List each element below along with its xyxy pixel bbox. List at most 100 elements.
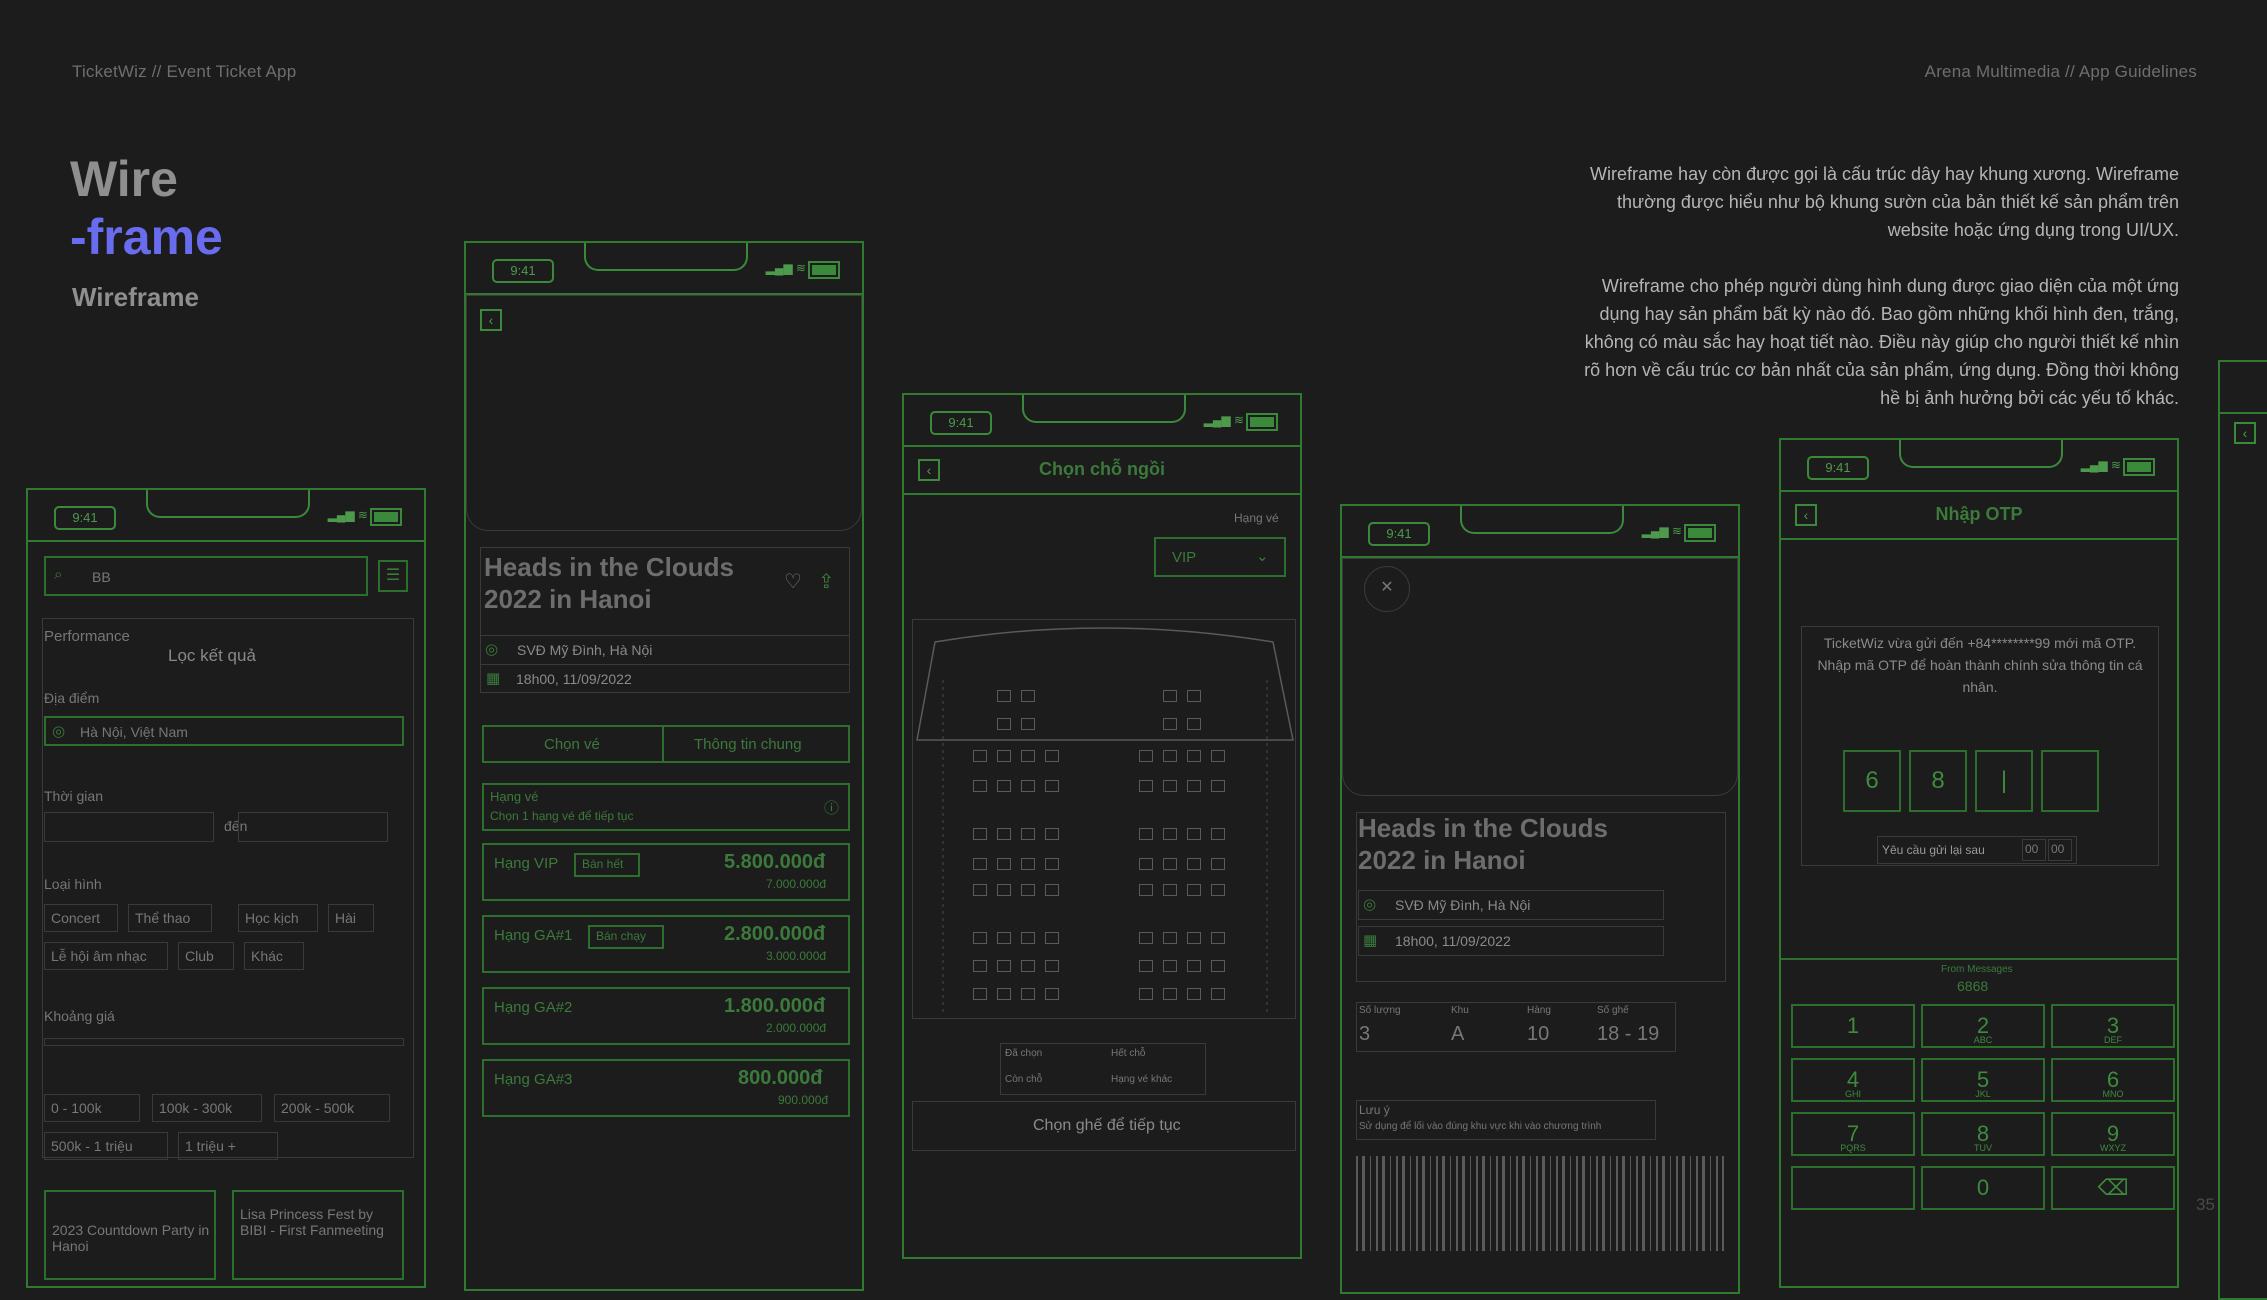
ticket-vip[interactable]: Hạng VIP Bán hết 5.800.000đ 7.000.000đ xyxy=(482,843,850,901)
close-icon[interactable]: ✕ xyxy=(1364,566,1410,612)
price-1m-plus[interactable]: 1 triệu + xyxy=(178,1132,278,1160)
seat[interactable] xyxy=(1139,884,1153,896)
seat[interactable] xyxy=(997,932,1011,944)
seat[interactable] xyxy=(973,884,987,896)
location-field[interactable]: ◎ Hà Nội, Việt Nam xyxy=(44,716,404,746)
tag-drama[interactable]: Học kịch xyxy=(238,904,318,932)
seat[interactable] xyxy=(1045,828,1059,840)
seat[interactable] xyxy=(997,988,1011,1000)
seat[interactable] xyxy=(1163,858,1177,870)
seat[interactable] xyxy=(1045,780,1059,792)
tag-sport[interactable]: Thể thao xyxy=(128,904,212,932)
seat[interactable] xyxy=(1021,960,1035,972)
key-2[interactable]: 2 ABC xyxy=(1921,1004,2045,1048)
event-card-2[interactable]: Lisa Princess Fest by BIBI - First Fanme… xyxy=(232,1190,404,1280)
seat[interactable] xyxy=(1163,690,1177,702)
seat[interactable] xyxy=(1139,750,1153,762)
price-500k-1m[interactable]: 500k - 1 triệu xyxy=(44,1132,168,1160)
ticket-ga1[interactable]: Hạng GA#1 Bán chạy 2.800.000đ 3.000.000đ xyxy=(482,915,850,973)
seat[interactable] xyxy=(1187,750,1201,762)
seat[interactable] xyxy=(997,858,1011,870)
seat[interactable] xyxy=(1187,932,1201,944)
seat[interactable] xyxy=(997,884,1011,896)
seat[interactable] xyxy=(1187,718,1201,730)
seat[interactable] xyxy=(1211,858,1225,870)
seat[interactable] xyxy=(1163,828,1177,840)
menu-icon[interactable]: ☰ xyxy=(378,560,408,592)
seat[interactable] xyxy=(1139,780,1153,792)
back-icon[interactable]: ‹ xyxy=(2234,422,2256,444)
time-to-field[interactable] xyxy=(238,812,388,842)
seat[interactable] xyxy=(1021,718,1035,730)
continue-button[interactable]: Chọn ghế để tiếp tục xyxy=(912,1101,1296,1151)
otp-digit-2[interactable]: 8 xyxy=(1909,750,1967,812)
seat[interactable] xyxy=(1163,780,1177,792)
seat[interactable] xyxy=(973,932,987,944)
seat[interactable] xyxy=(1045,884,1059,896)
seat[interactable] xyxy=(997,718,1011,730)
seat[interactable] xyxy=(1211,884,1225,896)
ticket-ga2[interactable]: Hạng GA#2 1.800.000đ 2.000.000đ xyxy=(482,987,850,1045)
seat[interactable] xyxy=(1163,884,1177,896)
seat[interactable] xyxy=(1139,828,1153,840)
key-3[interactable]: 3 DEF xyxy=(2051,1004,2175,1048)
seat[interactable] xyxy=(973,858,987,870)
seat[interactable] xyxy=(1021,884,1035,896)
seat[interactable] xyxy=(973,828,987,840)
seat[interactable] xyxy=(1045,750,1059,762)
event-card-1[interactable]: 2023 Countdown Party in Hanoi xyxy=(44,1190,216,1280)
price-100k-300k[interactable]: 100k - 300k xyxy=(152,1094,262,1122)
seat[interactable] xyxy=(1045,932,1059,944)
seat[interactable] xyxy=(1211,828,1225,840)
seat[interactable] xyxy=(1187,960,1201,972)
key-7[interactable]: 7 PQRS xyxy=(1791,1112,1915,1156)
seat[interactable] xyxy=(1139,960,1153,972)
seat[interactable] xyxy=(1187,858,1201,870)
seat[interactable] xyxy=(1021,780,1035,792)
seat[interactable] xyxy=(1163,960,1177,972)
seat[interactable] xyxy=(1163,988,1177,1000)
seat[interactable] xyxy=(1187,988,1201,1000)
seat[interactable] xyxy=(1139,858,1153,870)
seat[interactable] xyxy=(1139,932,1153,944)
seat[interactable] xyxy=(973,780,987,792)
seat[interactable] xyxy=(1163,718,1177,730)
key-9[interactable]: 9 WXYZ xyxy=(2051,1112,2175,1156)
tag-concert[interactable]: Concert xyxy=(44,904,118,932)
suggest-code[interactable]: 6868 xyxy=(1957,978,1988,994)
seat[interactable] xyxy=(1021,828,1035,840)
price-200k-500k[interactable]: 200k - 500k xyxy=(274,1094,390,1122)
seat[interactable] xyxy=(973,960,987,972)
seat[interactable] xyxy=(1211,988,1225,1000)
otp-digit-1[interactable]: 6 xyxy=(1843,750,1901,812)
seat[interactable] xyxy=(1187,780,1201,792)
seat[interactable] xyxy=(1211,750,1225,762)
heart-icon[interactable]: ♡ xyxy=(784,569,802,594)
seat[interactable] xyxy=(1187,884,1201,896)
key-0[interactable]: 0 xyxy=(1921,1166,2045,1210)
key-8[interactable]: 8 TUV xyxy=(1921,1112,2045,1156)
venue-row[interactable]: ◎ SVĐ Mỹ Đình, Hà Nội xyxy=(480,635,850,665)
key-6[interactable]: 6 MNO xyxy=(2051,1058,2175,1102)
tab-choose-ticket[interactable]: Chọn vé xyxy=(482,725,664,763)
resend-row[interactable]: Yêu cầu gửi lại sau 00 00 xyxy=(1877,836,2077,864)
seat[interactable] xyxy=(1021,932,1035,944)
tag-other[interactable]: Khác xyxy=(244,942,304,970)
seat[interactable] xyxy=(1021,858,1035,870)
seat[interactable] xyxy=(1021,988,1035,1000)
share-icon[interactable]: ⇪ xyxy=(818,569,835,594)
ticket-ga3[interactable]: Hạng GA#3 800.000đ 900.000đ xyxy=(482,1059,850,1117)
key-1[interactable]: 1 xyxy=(1791,1004,1915,1048)
key-4[interactable]: 4 GHI xyxy=(1791,1058,1915,1102)
otp-digit-3[interactable]: | xyxy=(1975,750,2033,812)
time-from-field[interactable] xyxy=(44,812,214,842)
seat[interactable] xyxy=(1163,750,1177,762)
seat[interactable] xyxy=(997,780,1011,792)
seat[interactable] xyxy=(1045,960,1059,972)
tab-general-info[interactable]: Thông tin chung xyxy=(662,725,850,763)
tag-music-festival[interactable]: Lễ hội âm nhạc xyxy=(44,942,168,970)
seat[interactable] xyxy=(997,690,1011,702)
seat[interactable] xyxy=(1187,828,1201,840)
seat[interactable] xyxy=(1021,690,1035,702)
seat[interactable] xyxy=(1211,932,1225,944)
